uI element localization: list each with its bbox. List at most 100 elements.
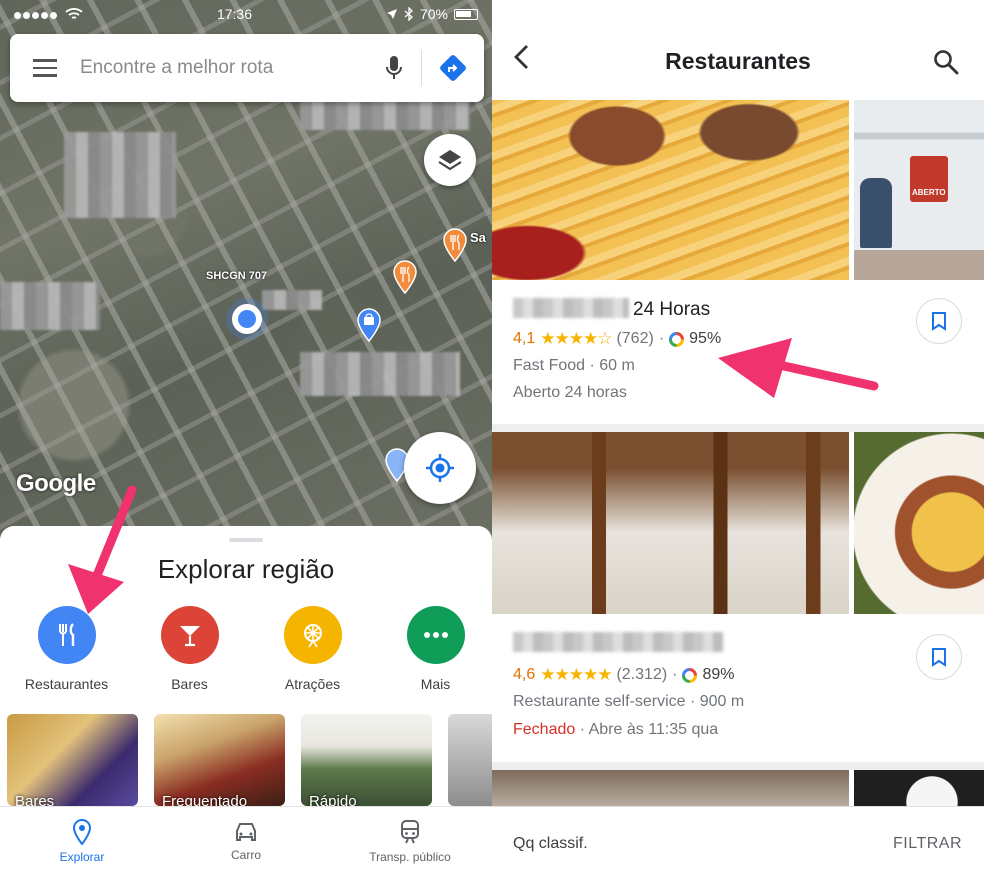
directions-icon[interactable] bbox=[422, 34, 484, 102]
restaurant-photo[interactable]: ABERTO bbox=[854, 100, 984, 280]
bookmark-icon bbox=[932, 648, 946, 667]
review-count: (762) bbox=[616, 330, 654, 347]
suggestion-label: Rápido bbox=[309, 793, 357, 806]
match-percent: 89% bbox=[702, 666, 735, 683]
suggestion-card[interactable] bbox=[448, 714, 492, 806]
blurred-label bbox=[300, 352, 460, 396]
blurred-label bbox=[64, 132, 176, 218]
sort-button[interactable]: Qq classif. bbox=[513, 835, 588, 853]
explore-pin-icon bbox=[72, 818, 92, 845]
nav-label: Carro bbox=[230, 847, 261, 862]
shopping-pin-icon[interactable] bbox=[356, 308, 382, 342]
poi-label: Sa bbox=[470, 230, 486, 245]
category-row: Restaurantes Bares Atrações Mais bbox=[0, 606, 492, 692]
blurred-label bbox=[300, 100, 470, 130]
nav-label: Transp. público bbox=[369, 849, 451, 864]
crosshair-icon bbox=[426, 454, 454, 482]
category-bares[interactable]: Bares bbox=[133, 606, 246, 692]
location-arrow-icon bbox=[386, 9, 397, 19]
ferris-wheel-icon bbox=[283, 606, 342, 664]
search-icon[interactable] bbox=[932, 48, 960, 76]
suggestion-label: Frequentado bbox=[162, 793, 248, 806]
current-location-dot bbox=[232, 304, 262, 334]
save-button[interactable] bbox=[916, 634, 962, 680]
nav-carro[interactable]: Carro bbox=[164, 807, 328, 875]
wifi-icon bbox=[65, 8, 83, 19]
opening-hours: Aberto 24 horas bbox=[513, 384, 627, 401]
star-rating: ★★★★★ bbox=[540, 665, 612, 684]
category-restaurantes[interactable]: Restaurantes bbox=[10, 606, 123, 692]
suggestion-carousel[interactable]: Bares Frequentado Rápido bbox=[7, 714, 492, 806]
maps-explore-screen: SHCGN 707 Sa Google 17:36 70% Encontre a… bbox=[0, 0, 492, 875]
screenshot-composite: SHCGN 707 Sa Google 17:36 70% Encontre a… bbox=[0, 0, 984, 875]
card-divider bbox=[492, 762, 984, 770]
category-label: Bares bbox=[171, 676, 208, 692]
category-label: Restaurantes bbox=[24, 676, 109, 692]
category-mais[interactable]: Mais bbox=[379, 606, 492, 692]
rating-value: 4,1 bbox=[513, 330, 536, 347]
bottom-navigation: Explorar Carro Transp. público bbox=[0, 806, 492, 875]
blurred-label bbox=[262, 290, 322, 310]
photo-sign-text: ABERTO bbox=[912, 188, 946, 197]
card-divider bbox=[492, 424, 984, 432]
car-icon bbox=[236, 822, 256, 841]
redacted-name bbox=[513, 298, 629, 318]
redacted-name bbox=[513, 632, 723, 652]
match-ring-icon bbox=[682, 667, 698, 683]
rating-value: 4,6 bbox=[513, 666, 536, 683]
layers-button[interactable] bbox=[424, 134, 476, 186]
restaurant-name: 24 Horas bbox=[513, 298, 710, 321]
rating-row: 4,1 ★★★★☆ (762) · 95% bbox=[513, 329, 722, 348]
signal-icon bbox=[14, 6, 59, 22]
category-label: Atrações bbox=[284, 676, 341, 692]
category-atracoes[interactable]: Atrações bbox=[256, 606, 369, 692]
microphone-icon[interactable] bbox=[367, 34, 421, 102]
status-time: 17:36 bbox=[216, 6, 252, 22]
bookmark-icon bbox=[932, 312, 946, 331]
restaurant-pin-icon[interactable] bbox=[442, 228, 468, 262]
status-bar: 17:36 70% bbox=[0, 0, 492, 28]
review-count: (2.312) bbox=[616, 666, 668, 683]
more-dots-icon bbox=[406, 606, 465, 664]
filter-button[interactable]: FILTRAR bbox=[893, 835, 962, 853]
restaurant-card[interactable]: 4,6 ★★★★★ (2.312) · 89% Restaurante self… bbox=[492, 616, 984, 766]
save-button[interactable] bbox=[916, 298, 962, 344]
bluetooth-icon bbox=[404, 7, 413, 21]
search-input[interactable] bbox=[80, 48, 367, 88]
nav-transporte[interactable]: Transp. público bbox=[328, 807, 492, 875]
restaurant-photo[interactable] bbox=[492, 770, 849, 810]
opening-hours: Fechado · Abre às 11:35 qua bbox=[513, 721, 718, 739]
restaurant-name bbox=[513, 632, 727, 655]
list-footer: Qq classif. FILTRAR bbox=[492, 806, 984, 875]
page-title: Restaurantes bbox=[665, 48, 811, 74]
cocktail-icon bbox=[160, 606, 219, 664]
sheet-handle[interactable] bbox=[229, 538, 263, 542]
annotation-arrow-icon bbox=[718, 338, 879, 398]
restaurant-photo[interactable] bbox=[492, 432, 849, 614]
category-distance: Restaurante self-service · 900 m bbox=[513, 693, 745, 710]
star-rating: ★★★★☆ bbox=[540, 329, 612, 348]
menu-icon[interactable] bbox=[10, 34, 80, 102]
list-header: Restaurantes bbox=[492, 0, 984, 100]
opening-time: · Abre às 11:35 qua bbox=[575, 721, 719, 738]
nav-label: Explorar bbox=[59, 849, 105, 864]
closed-status: Fechado bbox=[513, 721, 576, 738]
restaurant-pin-icon[interactable] bbox=[392, 260, 418, 294]
category-label: Mais bbox=[420, 676, 451, 692]
restaurant-photo[interactable] bbox=[854, 770, 984, 810]
annotation-arrow-icon bbox=[68, 486, 137, 614]
suggestion-card[interactable]: Rápido bbox=[301, 714, 432, 806]
blurred-label bbox=[0, 282, 100, 330]
search-bar[interactable] bbox=[10, 34, 484, 102]
my-location-button[interactable] bbox=[404, 432, 476, 504]
restaurant-photo[interactable] bbox=[492, 100, 849, 280]
suggestion-card[interactable]: Bares bbox=[7, 714, 138, 806]
restaurant-photo[interactable] bbox=[854, 432, 984, 614]
nav-explorar[interactable]: Explorar bbox=[0, 807, 164, 875]
suggestion-label: Bares bbox=[15, 793, 55, 806]
rating-row: 4,6 ★★★★★ (2.312) · 89% bbox=[513, 665, 735, 684]
category-distance: Fast Food · 60 m bbox=[513, 357, 635, 374]
restaurants-list-screen: Restaurantes ABERTO 24 Horas 4,1 ★★★★☆ (… bbox=[492, 0, 984, 875]
battery-percent: 70% bbox=[419, 6, 448, 22]
suggestion-card[interactable]: Frequentado bbox=[154, 714, 285, 806]
